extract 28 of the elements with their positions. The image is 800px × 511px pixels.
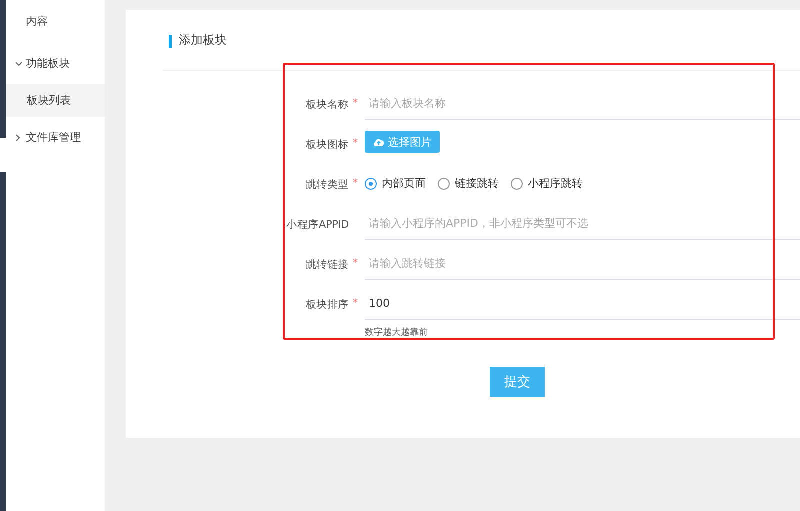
- chevron-right-icon: [15, 134, 21, 142]
- radio-option[interactable]: 小程序跳转: [511, 176, 583, 191]
- input-field[interactable]: 请输入跳转链接: [365, 247, 800, 280]
- field-label: 跳转类型: [306, 178, 349, 192]
- radio-option[interactable]: 链接跳转: [438, 176, 499, 191]
- field-label: 板块图标: [306, 138, 349, 152]
- chevron-down-icon: [15, 60, 23, 66]
- input-field[interactable]: 请输入板块名称: [365, 87, 800, 120]
- cloud-upload-icon: [373, 137, 385, 147]
- required-mark: *: [353, 178, 359, 189]
- field-label: 板块排序: [306, 298, 349, 312]
- field-label: 板块名称: [306, 98, 349, 112]
- sidebar-item[interactable]: 文件库管理: [6, 117, 105, 158]
- radio-option[interactable]: 内部页面: [365, 176, 426, 191]
- field-hint: 数字越大越靠前: [365, 326, 429, 339]
- field-label: 小程序APPID: [286, 218, 349, 232]
- card-title: 添加板块: [179, 32, 227, 49]
- sidebar-item[interactable]: 功能板块: [6, 43, 105, 84]
- required-mark: *: [353, 138, 359, 149]
- input-field[interactable]: 100: [365, 287, 800, 320]
- required-mark: *: [353, 298, 359, 309]
- title-accent: [169, 35, 172, 48]
- input-field[interactable]: 请输入小程序的APPID，非小程序类型可不选: [365, 207, 800, 240]
- sidebar-item[interactable]: 内容: [6, 0, 105, 43]
- required-mark: *: [353, 98, 359, 109]
- sidebar-subitem[interactable]: 板块列表: [6, 84, 105, 117]
- required-mark: *: [353, 258, 359, 269]
- field-label: 跳转链接: [306, 258, 349, 272]
